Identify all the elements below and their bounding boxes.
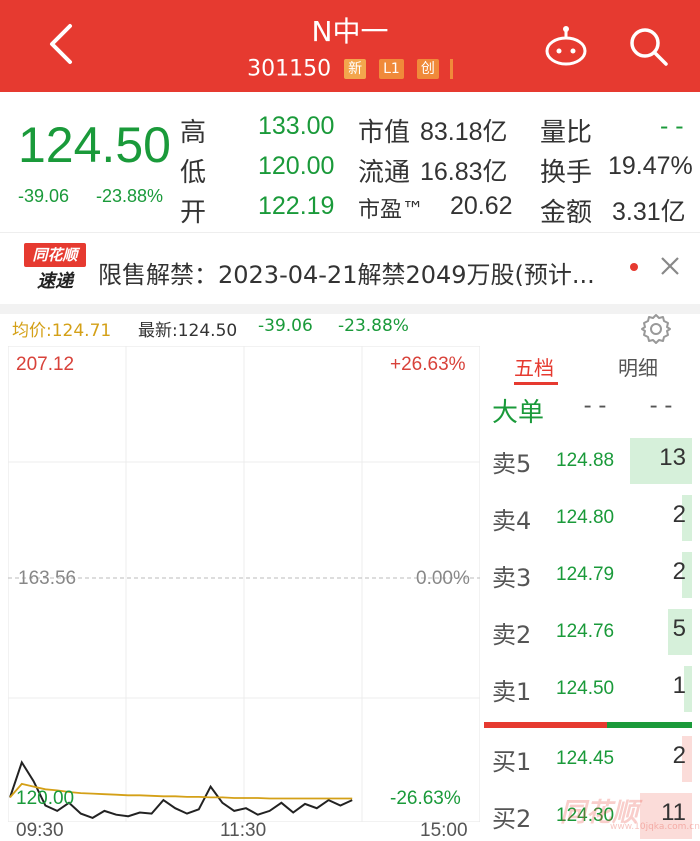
notice-banner[interactable]: 同花顺 速递 限售解禁：2023-04-21解禁2049万股(预计... xyxy=(0,232,700,304)
float-cap-value: 16.83亿 xyxy=(420,158,508,186)
x-tick-label: 11:30 xyxy=(220,820,267,841)
low-value: 120.00 xyxy=(258,152,335,180)
float-cap-label: 流通 xyxy=(358,158,411,188)
order-price: 124.76 xyxy=(556,621,615,642)
order-price: 124.80 xyxy=(556,507,615,528)
price-change: -39.06 xyxy=(18,186,70,206)
section-divider xyxy=(0,304,700,314)
intraday-chart[interactable] xyxy=(8,346,480,822)
order-level-label: 卖2 xyxy=(492,621,532,649)
low-label: 低 xyxy=(180,158,207,188)
order-level-label: 买1 xyxy=(492,748,532,776)
open-label: 开 xyxy=(180,198,207,228)
market-cap-label: 市值 xyxy=(358,118,411,148)
order-level-label: 卖4 xyxy=(492,507,532,535)
order-volume: 2 xyxy=(672,501,686,528)
big-order-value: - - xyxy=(649,392,673,419)
notice-text: 限售解禁：2023-04-21解禁2049万股(预计... xyxy=(98,261,595,289)
chinext-badge: 创 xyxy=(416,59,439,79)
tab-five-levels[interactable]: 五档 xyxy=(514,352,554,381)
pct-top-label: +26.63% xyxy=(390,354,466,375)
order-volume: 13 xyxy=(659,444,686,471)
info-change: -39.06 xyxy=(258,316,313,336)
order-price: 124.45 xyxy=(556,748,615,769)
gear-icon[interactable] xyxy=(640,313,672,345)
order-level-label: 买2 xyxy=(492,805,532,833)
big-order-value: - - xyxy=(583,392,607,419)
order-level-label: 卖1 xyxy=(492,678,532,706)
order-level-label: 卖5 xyxy=(492,450,532,478)
pct-bottom-label: -26.63% xyxy=(390,788,461,809)
robot-assistant-icon[interactable] xyxy=(542,24,590,68)
turnover-value: 19.47% xyxy=(608,152,693,180)
search-icon[interactable] xyxy=(626,24,670,68)
y-axis-top-label: 207.12 xyxy=(16,354,75,375)
x-tick-label: 15:00 xyxy=(420,820,468,841)
level1-badge: L1 xyxy=(379,59,404,79)
volume-ratio-label: 量比 xyxy=(540,118,593,148)
volume-ratio-value: - - xyxy=(660,112,684,140)
sell-share-bar xyxy=(607,722,692,728)
stock-code: 301150 xyxy=(247,56,332,82)
high-value: 133.00 xyxy=(258,112,335,140)
y-axis-bottom-label: 120.00 xyxy=(16,788,75,809)
price-change-pct: -23.88% xyxy=(96,186,164,206)
active-tab-indicator xyxy=(514,382,558,385)
tab-trade-details[interactable]: 明细 xyxy=(618,352,658,381)
pe-value: 20.62 xyxy=(450,192,513,220)
unread-dot xyxy=(630,263,638,271)
order-volume: 5 xyxy=(672,615,686,642)
turnover-label: 换手 xyxy=(540,158,593,188)
y-axis-mid-label: 163.56 xyxy=(18,568,77,589)
big-order-label: 大单 xyxy=(492,398,545,428)
badge-divider xyxy=(449,59,453,79)
avg-price-label: 均价:124.71 xyxy=(12,321,112,341)
order-volume: 2 xyxy=(672,558,686,585)
order-volume: 2 xyxy=(672,742,686,769)
amount-value: 3.31亿 xyxy=(612,198,686,226)
current-price: 124.50 xyxy=(18,117,171,173)
order-book-tabs: 五档 明细 xyxy=(484,346,692,386)
amount-label: 金额 xyxy=(540,198,593,228)
stock-subtitle: 301150 新 L1 创 xyxy=(0,56,700,82)
high-label: 高 xyxy=(180,118,207,148)
info-change-pct: -23.88% xyxy=(338,316,409,336)
market-cap-value: 83.18亿 xyxy=(420,118,508,146)
app-header: N中一 301150 新 L1 创 xyxy=(0,0,700,92)
close-icon[interactable] xyxy=(656,252,684,280)
buy-share-bar xyxy=(484,722,607,728)
stock-name: N中一 xyxy=(311,15,389,48)
order-volume: 1 xyxy=(672,672,686,699)
x-tick-label: 09:30 xyxy=(16,820,64,841)
open-value: 122.19 xyxy=(258,192,335,220)
order-price: 124.88 xyxy=(556,450,615,471)
order-level-label: 卖3 xyxy=(492,564,532,592)
pct-mid-label: 0.00% xyxy=(416,568,470,589)
pe-label: 市盈™ xyxy=(358,198,425,223)
new-listing-badge: 新 xyxy=(344,59,367,79)
order-price: 124.79 xyxy=(556,564,615,585)
ths-express-logo: 同花顺 速递 xyxy=(24,243,86,295)
order-price: 124.50 xyxy=(556,678,615,699)
latest-price-label: 最新:124.50 xyxy=(138,321,238,341)
watermark-url: www.10jqka.com.cn xyxy=(610,822,700,832)
